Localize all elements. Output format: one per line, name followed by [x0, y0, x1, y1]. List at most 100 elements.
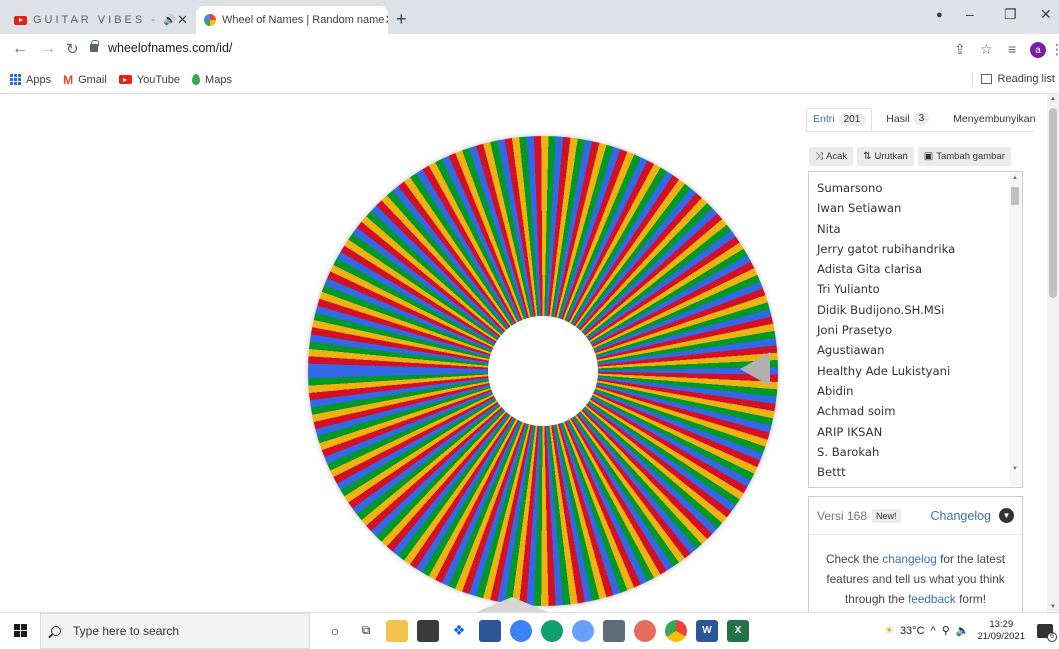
- start-button[interactable]: [0, 624, 40, 637]
- lock-icon: [90, 40, 99, 52]
- back-icon[interactable]: ←: [12, 40, 28, 58]
- chevron-up-icon[interactable]: ^: [931, 625, 936, 637]
- app-icon[interactable]: [541, 619, 563, 642]
- forward-icon[interactable]: →: [40, 40, 56, 58]
- bookmark-youtube[interactable]: YouTube: [118, 74, 180, 86]
- bookmark-maps[interactable]: Maps: [192, 74, 232, 86]
- entry-line[interactable]: Didik Budijono.SH.MSi: [809, 300, 1022, 320]
- task-view-icon[interactable]: ⧉: [355, 620, 377, 642]
- feedback-link[interactable]: feedback: [908, 592, 956, 606]
- scroll-thumb[interactable]: [1011, 187, 1019, 205]
- avatar-icon: a: [1030, 42, 1046, 58]
- media-control-icon[interactable]: ≡: [1008, 41, 1016, 57]
- address-bar[interactable]: wheelofnames.com/id/: [90, 40, 232, 55]
- entry-line[interactable]: ARIP IKSAN: [809, 422, 1022, 442]
- name-wheel[interactable]: [308, 136, 778, 606]
- bookmark-gmail[interactable]: M Gmail: [63, 73, 107, 87]
- cortana-icon[interactable]: ○: [324, 620, 346, 642]
- app-icon[interactable]: [572, 619, 594, 642]
- new-badge: New!: [872, 508, 901, 523]
- entry-line[interactable]: Iwan Setiawan: [809, 198, 1022, 218]
- app-icon[interactable]: [634, 619, 656, 642]
- reading-list-button[interactable]: Reading list: [971, 73, 1055, 85]
- changelog-inline-link[interactable]: changelog: [882, 552, 936, 566]
- notifications-icon[interactable]: 6: [1037, 623, 1057, 642]
- tab-guitar-vibes[interactable]: GUITAR VIBES - 🔊 ✕: [6, 6, 196, 34]
- shuffle-icon: ⤨: [815, 151, 823, 162]
- edge-icon[interactable]: [510, 619, 532, 642]
- profile-dot-icon[interactable]: ●: [936, 9, 943, 21]
- scroll-up-icon[interactable]: ▲: [1050, 96, 1056, 102]
- reload-icon[interactable]: ↻: [66, 40, 79, 58]
- sort-icon: ⇅: [863, 151, 872, 162]
- bookmark-star-icon[interactable]: ☆: [980, 41, 993, 58]
- tab-entri[interactable]: Entri 201: [806, 107, 873, 131]
- tab-label: Hasil: [886, 112, 910, 125]
- add-image-button[interactable]: ▣ Tambah gambar: [917, 147, 1011, 166]
- result-count-badge: 3: [913, 112, 930, 125]
- network-icon[interactable]: ⚲: [942, 624, 950, 637]
- entry-line[interactable]: Adista Gita clarisa: [809, 259, 1022, 279]
- app-icon[interactable]: [479, 619, 501, 642]
- tab-menyembunyikan[interactable]: Menyembunyikan: [947, 109, 1041, 129]
- profile-avatar[interactable]: a: [1030, 42, 1046, 58]
- taskbar-search[interactable]: Type here to search: [40, 612, 310, 649]
- audio-icon[interactable]: 🔊: [164, 15, 176, 26]
- entry-line[interactable]: Jerry gatot rubihandrika: [809, 239, 1022, 259]
- bookmark-apps[interactable]: Apps: [10, 74, 51, 86]
- close-tab-icon[interactable]: ✕: [177, 12, 188, 28]
- shuffle-button[interactable]: ⤨ Acak: [809, 147, 854, 166]
- mail-icon[interactable]: [603, 619, 625, 642]
- entry-line[interactable]: Healthy Ade Lukistyani: [809, 361, 1022, 381]
- tab-hasil[interactable]: Hasil 3: [880, 108, 935, 129]
- entry-line[interactable]: Tri Yulianto: [809, 279, 1022, 299]
- weather-temp[interactable]: 33°C: [900, 625, 925, 637]
- file-explorer-icon[interactable]: [386, 619, 408, 642]
- youtube-icon: [118, 75, 132, 84]
- tab-label: Menyembunyikan: [953, 112, 1036, 125]
- maps-pin-icon: [192, 74, 201, 85]
- entry-line[interactable]: Abidin: [809, 381, 1022, 401]
- clock-date: 21/09/2021: [977, 630, 1025, 642]
- dropbox-icon[interactable]: ❖: [448, 620, 470, 642]
- chevron-down-icon[interactable]: ▼: [999, 508, 1014, 523]
- entry-line[interactable]: Achmad soim: [809, 401, 1022, 421]
- changelog-link[interactable]: Changelog: [931, 509, 991, 523]
- entry-line[interactable]: S. Barokah: [809, 442, 1022, 462]
- changelog-card: Versi 168 New! Changelog ▼ Check the cha…: [808, 496, 1023, 612]
- tab-wheel-of-names[interactable]: Wheel of Names | Random name ✕: [196, 6, 388, 34]
- wheel-center[interactable]: [488, 316, 598, 426]
- taskbar-clock[interactable]: 13:29 21/09/2021: [977, 619, 1025, 643]
- entry-line[interactable]: Sumarsono: [809, 178, 1022, 198]
- scroll-up-icon[interactable]: ▲: [1012, 175, 1018, 181]
- word-icon[interactable]: W: [696, 619, 718, 642]
- page-scroll-thumb[interactable]: [1049, 108, 1057, 298]
- tab-title: Wheel of Names | Random name: [222, 14, 385, 26]
- search-placeholder: Type here to search: [73, 623, 180, 638]
- entries-textarea[interactable]: Sumarsono Iwan Setiawan Nita Jerry gatot ru…: [808, 171, 1023, 488]
- entry-line[interactable]: Joni Prasetyo: [809, 320, 1022, 340]
- close-tab-icon[interactable]: ✕: [384, 12, 388, 28]
- maximize-button[interactable]: ❐: [1004, 6, 1017, 23]
- close-window-button[interactable]: ✕: [1040, 6, 1052, 23]
- chrome-icon[interactable]: [665, 619, 687, 642]
- share-icon[interactable]: ⇪: [954, 41, 966, 58]
- entry-line[interactable]: Nita: [809, 219, 1022, 239]
- button-label: Acak: [826, 151, 848, 162]
- entries-scrollbar[interactable]: ▲ ▼: [1009, 173, 1021, 486]
- scroll-down-icon[interactable]: ▼: [1012, 466, 1018, 472]
- menu-icon[interactable]: ⋮: [1050, 41, 1059, 58]
- new-tab-button[interactable]: +: [396, 9, 407, 30]
- excel-icon[interactable]: X: [727, 619, 749, 642]
- sort-button[interactable]: ⇅ Urutkan: [857, 147, 914, 166]
- scroll-down-icon[interactable]: ▼: [1050, 604, 1056, 610]
- browser-chrome: GUITAR VIBES - 🔊 ✕ Wheel of Names | Rand…: [0, 0, 1059, 94]
- entry-line[interactable]: Agustiawan: [809, 340, 1022, 360]
- volume-icon[interactable]: 🔈: [956, 624, 970, 637]
- minimize-button[interactable]: –: [966, 6, 974, 22]
- store-icon[interactable]: [417, 619, 439, 642]
- entry-line[interactable]: Bettt: [809, 462, 1022, 482]
- reading-list-label: Reading list: [997, 73, 1055, 85]
- weather-icon[interactable]: ☀: [884, 624, 894, 637]
- page-scrollbar[interactable]: ▲ ▼: [1047, 94, 1059, 612]
